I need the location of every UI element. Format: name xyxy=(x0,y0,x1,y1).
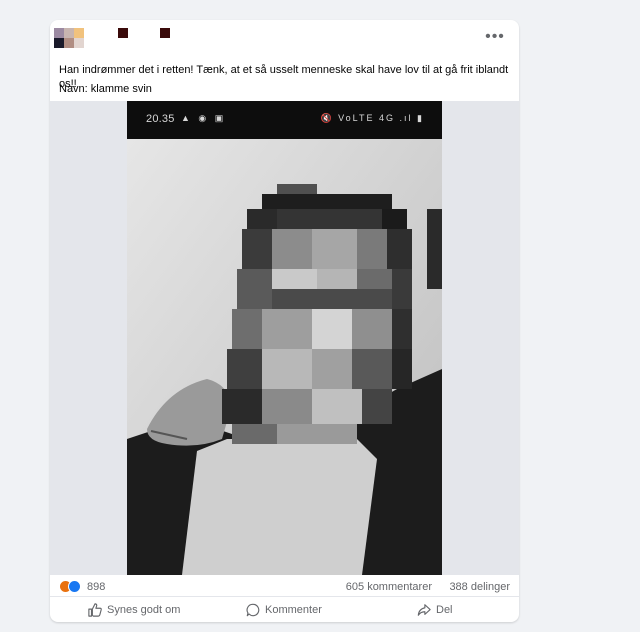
page: { "post": { "author_avatar": "pixelated-… xyxy=(0,0,640,632)
reaction-icons[interactable] xyxy=(59,580,85,594)
more-horizontal-icon: ••• xyxy=(485,28,505,45)
comment-button[interactable]: Kommenter xyxy=(246,600,322,620)
author-avatar[interactable] xyxy=(54,28,106,52)
like-button[interactable]: Synes godt om xyxy=(88,600,180,620)
status-time: 20.35 xyxy=(146,113,175,125)
post-actions: Synes godt om Kommenter Del xyxy=(50,596,519,622)
screenshot-image: 20.35 ▲ ◉ ▣ 🔇 VoLTE 4G .ıl ▮ xyxy=(127,101,442,575)
like-reaction-icon xyxy=(68,580,81,593)
share-button[interactable]: Del xyxy=(417,600,453,620)
more-options-button[interactable]: ••• xyxy=(483,29,507,48)
status-icons-left: ▲ ◉ ▣ xyxy=(181,113,227,123)
pixelated-face-photo xyxy=(127,139,442,575)
comment-button-label: Kommenter xyxy=(265,604,322,616)
post-stats: 898 605 kommentarer 388 delinger xyxy=(50,575,519,597)
share-arrow-icon xyxy=(417,604,431,616)
shares-count[interactable]: 388 delinger xyxy=(449,581,510,593)
like-button-label: Synes godt om xyxy=(107,604,181,616)
phone-status-bar: 20.35 ▲ ◉ ▣ 🔇 VoLTE 4G .ıl ▮ xyxy=(127,101,442,139)
author-name[interactable] xyxy=(118,28,178,38)
comments-count[interactable]: 605 kommentarer xyxy=(346,581,432,593)
post-media[interactable]: 20.35 ▲ ◉ ▣ 🔇 VoLTE 4G .ıl ▮ xyxy=(50,101,519,575)
comment-bubble-icon xyxy=(246,603,260,617)
status-icons-right: 🔇 VoLTE 4G .ıl ▮ xyxy=(320,113,424,123)
thumbs-up-icon xyxy=(88,603,102,617)
post-card: ••• Han indrømmer det i retten! Tænk, at… xyxy=(50,20,519,622)
reactions-count[interactable]: 898 xyxy=(87,581,105,593)
post-header: ••• xyxy=(50,20,519,56)
share-button-label: Del xyxy=(436,604,453,616)
post-text-name: Navn: klamme svin xyxy=(59,83,152,95)
